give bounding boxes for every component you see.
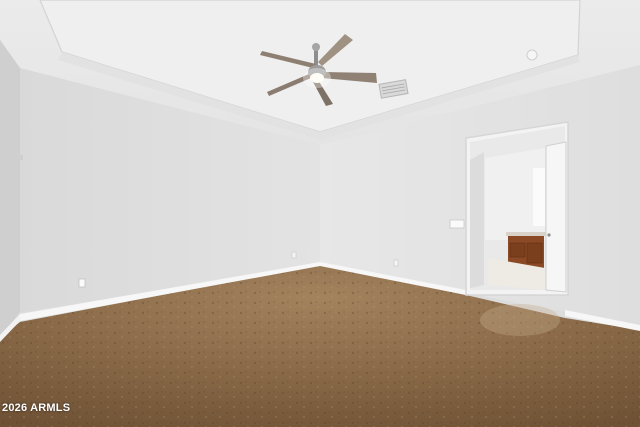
- light-switch: [449, 219, 465, 229]
- fan-light-glow: [303, 68, 331, 88]
- wall-outlet-left: [78, 278, 86, 288]
- vanity-counter: [506, 232, 546, 236]
- door-knob: [547, 233, 551, 237]
- fan-mount: [312, 43, 320, 51]
- smoke-detector: [526, 49, 538, 61]
- room-illustration: [0, 0, 640, 427]
- watermark: 2026 ARMLS: [2, 402, 71, 414]
- arched-opening: [470, 152, 484, 288]
- vanity-door-left: [509, 242, 526, 258]
- open-door: [545, 141, 567, 293]
- room-photo: 2026 ARMLS: [0, 0, 640, 427]
- bath-window: [533, 168, 545, 226]
- left-edge-wall: [0, 40, 20, 338]
- floor-glare: [480, 304, 560, 336]
- wall-outlet-right: [393, 259, 399, 267]
- wall-fixture: [19, 155, 23, 160]
- vanity-door-right: [526, 242, 543, 264]
- wall-outlet-center: [291, 251, 297, 259]
